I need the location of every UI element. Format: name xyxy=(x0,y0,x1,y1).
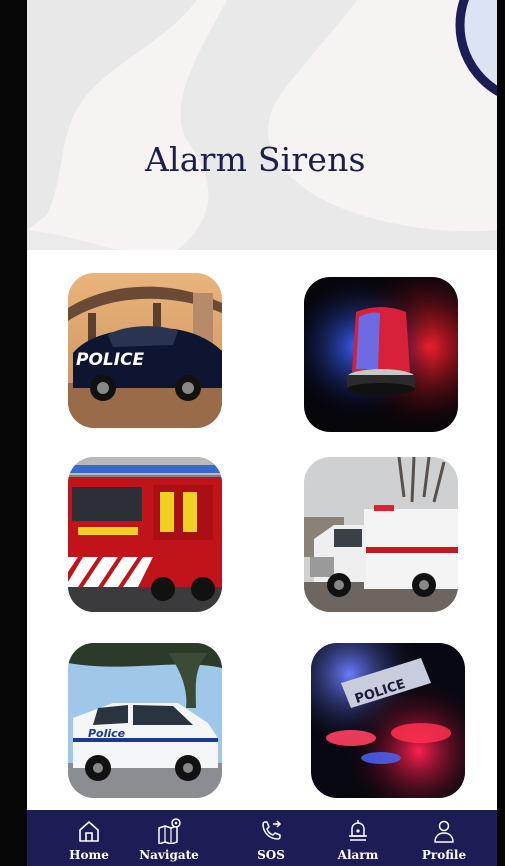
page-title: Alarm Sirens xyxy=(145,140,366,179)
nav-home-label: Home xyxy=(69,848,109,862)
police-lights-photo: POLICE xyxy=(311,643,465,798)
header-wave-decoration xyxy=(27,0,497,250)
nav-sos[interactable]: SOS xyxy=(231,810,311,866)
right-edge xyxy=(497,0,505,866)
map-icon xyxy=(158,818,181,844)
fire-truck-tile[interactable] xyxy=(68,457,222,612)
nav-sos-label: SOS xyxy=(257,848,285,862)
nav-profile[interactable]: Profile xyxy=(404,810,484,866)
siren-light-photo xyxy=(304,277,458,432)
police-ute-photo: Police xyxy=(68,643,222,798)
nav-home[interactable]: Home xyxy=(49,810,129,866)
siren-light-tile[interactable] xyxy=(304,277,458,432)
svg-text:POLICE: POLICE xyxy=(76,350,145,370)
bell-icon xyxy=(349,820,367,841)
nav-alarm-label: Alarm xyxy=(337,848,379,862)
header: Alarm Sirens xyxy=(27,0,497,250)
nav-navigate[interactable]: Navigate xyxy=(129,810,209,866)
app-screen: Alarm Sirens POLICE Police POLICE Home N… xyxy=(27,0,497,866)
fire-truck-photo xyxy=(68,457,222,612)
nav-profile-label: Profile xyxy=(421,848,467,862)
phone-call-icon xyxy=(262,820,282,840)
police-car-tile[interactable]: POLICE xyxy=(68,273,222,428)
police-car-photo: POLICE xyxy=(68,273,222,428)
police-ute-tile[interactable]: Police xyxy=(68,643,222,798)
left-edge xyxy=(0,0,27,866)
svg-text:Police: Police xyxy=(88,727,126,740)
ambulance-tile[interactable] xyxy=(304,457,458,612)
nav-alarm[interactable]: Alarm xyxy=(318,810,398,866)
nav-navigate-label: Navigate xyxy=(139,848,199,862)
police-lights-tile[interactable]: POLICE xyxy=(311,643,465,798)
user-icon xyxy=(434,820,454,843)
ambulance-photo xyxy=(304,457,458,612)
bottom-nav: Home Navigate SOS Alarm Profile xyxy=(27,810,497,866)
home-icon xyxy=(79,821,99,842)
